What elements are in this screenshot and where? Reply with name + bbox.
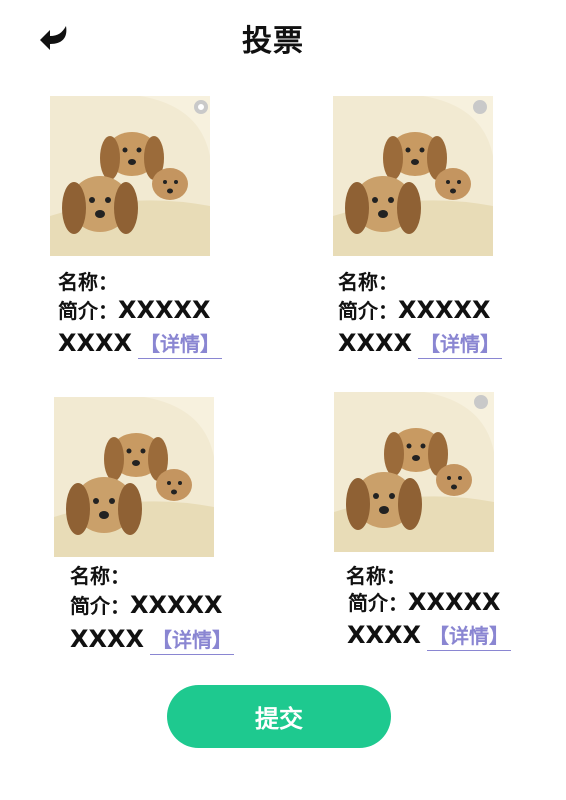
dog-photo[interactable] (334, 392, 494, 552)
intro-label: 简介： (338, 299, 398, 323)
intro-line: 简介：XXXXX (338, 295, 491, 324)
name-label: 名称： (338, 270, 398, 294)
intro-line: 简介：XXXXX (58, 295, 211, 324)
detail-link[interactable]: 【详情】 (418, 332, 503, 359)
name-label: 名称： (346, 564, 406, 588)
intro-label: 简介： (70, 594, 130, 618)
intro-more-text: XXXX (347, 621, 422, 649)
dog-photo[interactable] (50, 96, 210, 256)
intro-line: 简介：XXXXX (70, 590, 223, 619)
vote-radio[interactable] (194, 100, 208, 114)
intro-value: XXXXX (130, 591, 223, 619)
detail-link[interactable]: 【详情】 (150, 628, 235, 655)
intro-more: XXXX 【详情】 (338, 328, 503, 359)
vote-radio[interactable] (473, 100, 487, 114)
submit-button[interactable]: 提交 (167, 685, 391, 748)
intro-more-text: XXXX (338, 329, 413, 357)
detail-link[interactable]: 【详情】 (138, 332, 223, 359)
intro-more-text: XXXX (58, 329, 133, 357)
intro-more: XXXX 【详情】 (347, 620, 512, 651)
intro-value: XXXXX (408, 588, 501, 616)
name-label: 名称： (58, 270, 118, 294)
page-title: 投票 (242, 24, 304, 59)
intro-more-text: XXXX (70, 625, 145, 653)
intro-value: XXXXX (398, 296, 491, 324)
intro-line: 简介：XXXXX (348, 587, 501, 616)
intro-label: 简介： (348, 591, 408, 615)
intro-more: XXXX 【详情】 (70, 624, 235, 655)
intro-label: 简介： (58, 299, 118, 323)
intro-value: XXXXX (118, 296, 211, 324)
dog-photo[interactable] (333, 96, 493, 256)
name-label: 名称： (70, 564, 130, 588)
vote-radio[interactable] (474, 395, 488, 409)
dog-photo[interactable] (54, 397, 214, 557)
detail-link[interactable]: 【详情】 (427, 624, 512, 651)
intro-more: XXXX 【详情】 (58, 328, 223, 359)
